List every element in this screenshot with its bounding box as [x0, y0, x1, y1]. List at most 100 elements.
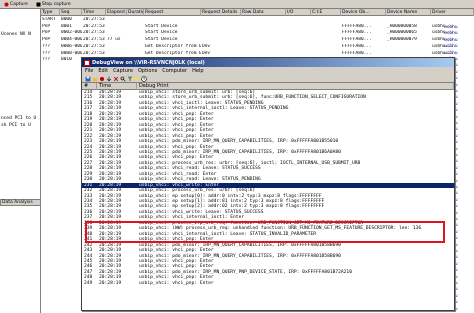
capture-table-cell — [342, 17, 386, 23]
capture-table-cell — [312, 24, 341, 30]
capture-table-cell — [242, 37, 286, 43]
find-icon[interactable] — [120, 76, 126, 82]
capture-table-cell — [202, 37, 241, 43]
capture-log-table[interactable]: TypeSeqTimeElapsedDurationRequestRequest… — [41, 9, 474, 64]
capture-table-cell: 20:27:53 — [83, 37, 105, 43]
debugview-menu-bar: File Edit Capture Options Computer Help — [82, 67, 454, 75]
menu-item-help[interactable]: Help — [192, 68, 203, 74]
device-tree-panel[interactable]: Ucenes NX N nced PCI to U sk PCI to U Data … — [0, 9, 41, 313]
menu-item-edit[interactable]: Edit — [98, 68, 108, 74]
capture-table-cell: 0001 — [61, 23, 72, 29]
capture-label: Capture — [10, 1, 28, 7]
capture-table-cell: FFFFFA80... — [342, 43, 372, 49]
capture-table-row[interactable]: ??? 0008-000920:27:53 Get Descriptor from … — [41, 51, 474, 57]
menu-item-file[interactable]: File — [85, 68, 93, 74]
menu-item-computer[interactable]: Computer — [162, 68, 187, 74]
capture-table-cell: Start Device — [145, 23, 178, 29]
menu-item-capture[interactable]: Capture — [113, 68, 133, 74]
capture-table-cell — [107, 44, 127, 50]
debugview-title: DebugView on \\VIR-RSVNCNJ0LK (local) — [92, 59, 205, 66]
capture-table-row[interactable]: ??? 0006-000720:27:53 Get Descriptor from … — [41, 44, 474, 50]
capture-table-cell: START — [42, 17, 56, 22]
capture-table-cell: Start Device — [145, 37, 178, 43]
capture-column-header[interactable]: Type — [41, 9, 60, 16]
capture-table-cell: ??? — [42, 43, 51, 49]
debugview-log-list[interactable]: 214 20:28:19 usbip_vhci: store_urb_submit:… — [82, 90, 454, 310]
capture-column-header[interactable]: Device Ob... — [341, 9, 386, 16]
capture-column-header[interactable]: Time — [82, 9, 106, 16]
stop-capture-button[interactable]: Stop capture — [34, 1, 73, 8]
record-icon — [4, 2, 9, 6]
capture-column-header[interactable]: Duration — [127, 9, 144, 16]
capture-table-cell — [312, 37, 341, 43]
capture-column-header[interactable]: Elapsed — [106, 9, 127, 16]
capture-table-cell: ??? — [42, 57, 51, 63]
capture-toggle-icon[interactable] — [99, 76, 105, 82]
capture-table-cell — [128, 17, 144, 23]
device-tree-item[interactable]: Ucenes NX N — [1, 32, 31, 37]
capture-column-header[interactable]: Seq — [60, 9, 82, 16]
capture-table-row[interactable]: PnP 0002-000320:27:53 Start Device FFFFFA80… — [41, 30, 474, 36]
capture-column-header[interactable]: C:I:E — [311, 9, 341, 16]
device-tree-item[interactable]: sk PCI to U — [1, 123, 31, 128]
capture-table-cell — [287, 17, 311, 23]
debugview-log-row[interactable]: 249 20:28:19 usbip_vhci: vhci_pnp: Enter — [82, 281, 454, 286]
highlight-icon[interactable] — [134, 76, 140, 82]
log-time: 20:28:19 — [99, 280, 122, 286]
capture-table-cell: FFFFFA80... — [342, 23, 372, 29]
capture-table-row[interactable]: PnP 0004-000520:27:5377 us Start Device FFF… — [41, 37, 474, 43]
capture-table-cell: _H000000058 — [387, 23, 417, 29]
capture-table-cell — [242, 17, 286, 23]
device-tree-item[interactable]: nced PCI to U — [1, 116, 36, 121]
capture-table-cell — [128, 44, 144, 50]
debugview-window[interactable]: DebugView on \\VIR-RSVNCNJ0LK (local) Fi… — [81, 57, 455, 311]
capture-table-row[interactable]: PnP 0001 20:27:53 Start Device FFFFFA80... _H… — [41, 24, 474, 30]
capture-table-cell: PnP — [42, 23, 51, 29]
debugview-column-number[interactable]: # — [82, 83, 97, 90]
debugview-column-debug-print[interactable]: Debug Print — [137, 83, 454, 90]
capture-table-header: TypeSeqTimeElapsedDurationRequestRequest… — [41, 9, 474, 16]
capture-table-cell: 0004-0005 — [61, 37, 82, 43]
capture-column-header[interactable]: Request Details — [201, 9, 241, 16]
capture-table-cell — [242, 51, 286, 57]
capture-column-header[interactable]: Raw Data — [241, 9, 286, 16]
filter-icon[interactable] — [127, 76, 133, 82]
open-icon[interactable] — [92, 76, 98, 82]
capture-table-cell — [128, 30, 144, 36]
menu-item-options[interactable]: Options — [138, 68, 157, 74]
capture-table-row[interactable]: START 0000 20:27:53 — [41, 17, 474, 23]
capture-column-header[interactable]: Device Name — [386, 9, 431, 16]
capture-table-cell — [287, 51, 311, 57]
driver-cell: usbhu — [444, 25, 458, 30]
capture-column-header[interactable]: I/O — [286, 9, 311, 16]
time-icon[interactable] — [141, 75, 147, 82]
capture-table-cell: FFFFFA80... — [342, 50, 372, 56]
log-message: usbip_vhci: vhci_pnp: Enter — [139, 280, 214, 286]
capture-table-cell — [287, 24, 311, 30]
capture-table-cell: Get Descriptor from Ev... — [145, 50, 201, 56]
capture-table-cell — [287, 37, 311, 43]
capture-table-cell — [107, 24, 127, 30]
capture-table-cell — [202, 17, 241, 23]
autoscroll-icon[interactable] — [106, 76, 112, 82]
capture-column-header[interactable]: Request — [144, 9, 201, 16]
capture-table-cell: Get Descriptor from Ev... — [145, 43, 201, 49]
capture-table-cell: 20:27:53 — [83, 30, 105, 36]
capture-table-cell — [287, 44, 311, 50]
capture-table-cell: FFFFFA80... — [342, 30, 372, 36]
capture-table-cell — [128, 51, 144, 57]
capture-table-cell — [128, 24, 144, 30]
driver-cell: usbhu — [444, 50, 458, 56]
save-icon[interactable] — [85, 76, 91, 82]
clear-icon[interactable] — [113, 76, 119, 82]
capture-table-cell: 77 us — [107, 37, 121, 43]
capture-table-cell — [287, 30, 311, 36]
capture-table-cell: 20:27:53 — [83, 17, 105, 22]
debugview-column-time[interactable]: Time — [97, 83, 137, 90]
debugview-title-bar[interactable]: DebugView on \\VIR-RSVNCNJ0LK (local) — [82, 58, 454, 67]
capture-table-cell: PnP — [42, 37, 51, 43]
capture-button[interactable]: Capture — [2, 1, 30, 8]
capture-table-cell — [242, 24, 286, 30]
driver-cell: usbhu — [444, 31, 458, 37]
capture-table-cell — [107, 51, 127, 57]
